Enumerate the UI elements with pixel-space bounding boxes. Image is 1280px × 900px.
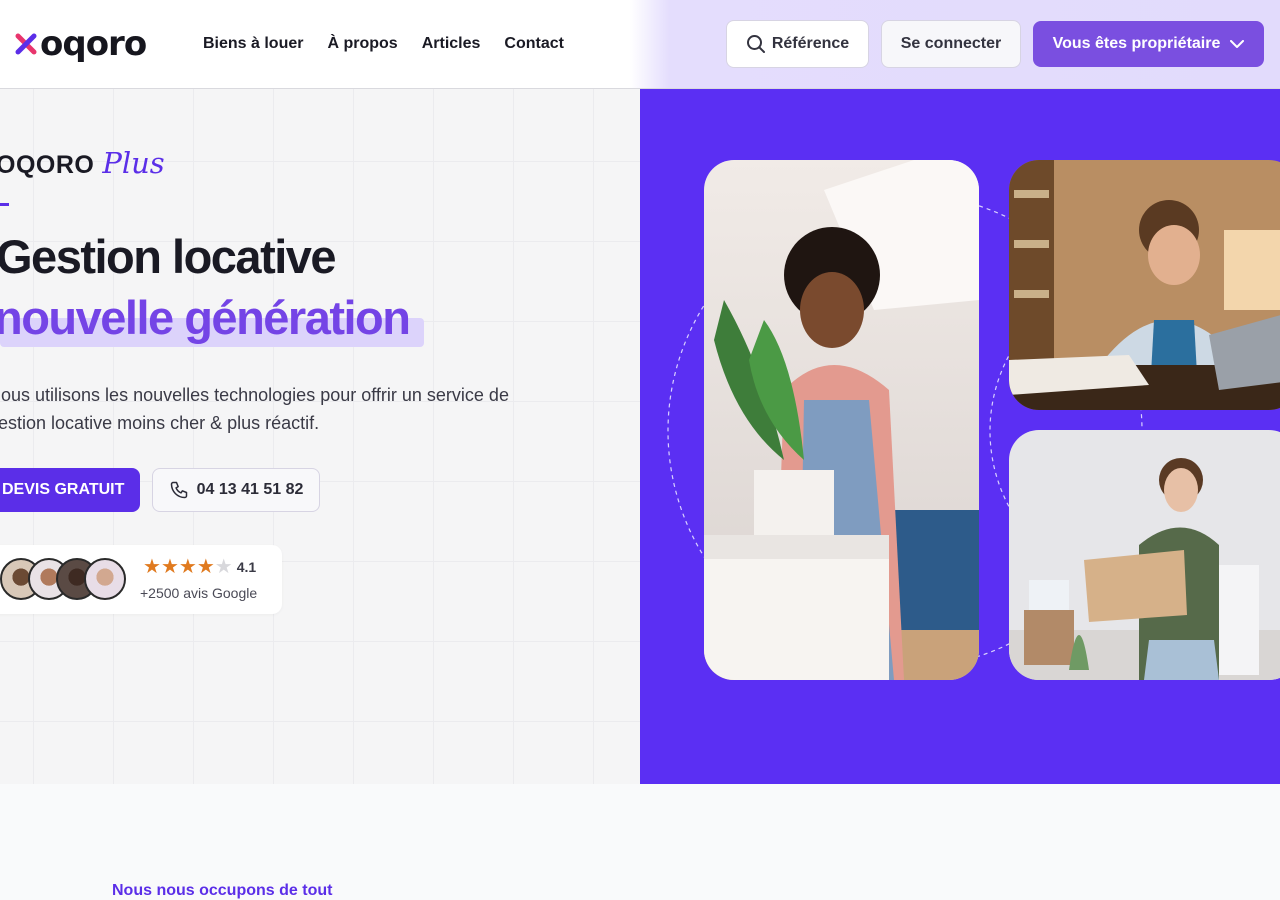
hero-visual: [640, 89, 1280, 784]
logo-text: oqoro: [40, 24, 147, 64]
nav-a-propos[interactable]: À propos: [327, 33, 397, 55]
star-icon: ★: [160, 556, 179, 578]
login-button[interactable]: Se connecter: [881, 20, 1021, 68]
logo-x-icon: [14, 32, 38, 56]
star-rating: ★ ★ ★ ★ ★ 4.1: [143, 557, 256, 577]
login-label: Se connecter: [900, 35, 1002, 52]
photo-woman-with-plant: [704, 160, 979, 680]
site-header: oqoro Biens à louer À propos Articles Co…: [0, 0, 1280, 89]
section-eyebrow: Nous nous occupons de tout: [112, 882, 333, 899]
hero-title-line2: nouvelle génération: [0, 291, 411, 344]
devis-gratuit-button[interactable]: DEVIS GRATUIT: [0, 468, 140, 512]
brand-line: OQORO Plus: [0, 146, 165, 180]
google-reviews-card: ★ ★ ★ ★ ★ 4.1 +2500 avis Google: [0, 545, 282, 614]
nav-articles[interactable]: Articles: [422, 33, 481, 55]
photo-man-at-laptop: [1009, 160, 1280, 410]
chevron-down-icon: [1230, 39, 1245, 48]
nav-contact[interactable]: Contact: [504, 33, 564, 55]
rating-value: 4.1: [236, 559, 257, 575]
reference-button[interactable]: Référence: [726, 20, 869, 68]
hero-content: OQORO Plus Gestion locative nouvelle gén…: [0, 89, 640, 784]
hero-title-line1: Gestion locative: [0, 230, 337, 283]
brand-plus: Plus: [102, 146, 165, 180]
reference-label: Référence: [771, 35, 850, 52]
photo-woman-with-box: [1009, 430, 1280, 680]
main-nav: Biens à louer À propos Articles Contact: [203, 33, 588, 55]
phone-button[interactable]: 04 13 41 51 82: [152, 468, 320, 512]
hero-lead: Nous utilisons les nouvelles technologie…: [0, 385, 509, 433]
reviews-count: +2500 avis Google: [140, 585, 258, 601]
star-icon: ★: [196, 556, 215, 578]
star-icon: ★: [178, 556, 197, 578]
reviewer-avatars: [0, 558, 130, 602]
brand-divider: [0, 203, 9, 206]
owner-label: Vous êtes propriétaire: [1052, 35, 1221, 52]
nav-biens-a-louer[interactable]: Biens à louer: [203, 33, 303, 55]
phone-icon: [170, 481, 187, 499]
phone-number: 04 13 41 51 82: [196, 481, 304, 498]
star-icon: ★: [143, 556, 161, 578]
services-section: Nous nous occupons de tout: [0, 784, 1280, 900]
brand-name: OQORO: [0, 151, 95, 179]
logo[interactable]: oqoro: [14, 24, 147, 64]
avatar: [84, 558, 126, 600]
owner-menu-button[interactable]: Vous êtes propriétaire: [1033, 21, 1264, 67]
search-icon: [746, 35, 765, 53]
star-empty-icon: ★: [214, 556, 233, 578]
